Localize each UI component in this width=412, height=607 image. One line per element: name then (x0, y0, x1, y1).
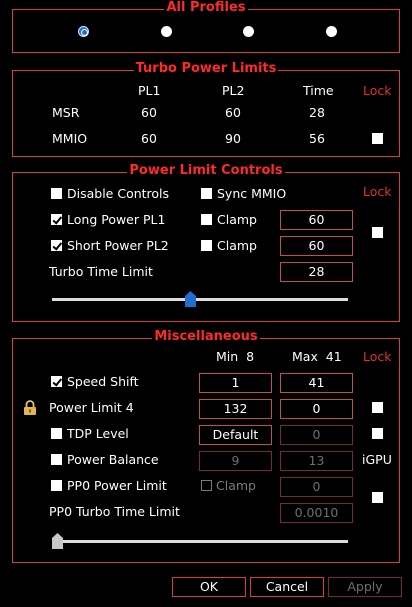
pl1-clamp-label: Clamp (217, 212, 257, 227)
pp0-power-limit-checkbox[interactable] (51, 480, 62, 491)
pl2-value-field[interactable]: 60 (280, 236, 353, 256)
long-pl1-label: Long Power PL1 (67, 212, 166, 227)
power-limit-controls-group: Power Limit Controls Disable Controls Sy… (12, 163, 400, 322)
turbo-time-field[interactable]: 28 (280, 262, 353, 282)
apply-button[interactable]: Apply (328, 577, 402, 597)
header-lock: Lock (363, 83, 392, 98)
tdp-level-checkbox[interactable] (51, 428, 62, 439)
pl4-value2-field[interactable]: 0 (280, 399, 353, 419)
igpu-label: iGPU (362, 452, 392, 467)
cancel-button[interactable]: Cancel (250, 577, 324, 597)
turbo-power-limits-group: Turbo Power Limits PL1 PL2 Time Lock MSR… (12, 61, 400, 157)
pp0-slider-thumb[interactable] (52, 533, 63, 549)
turbo-time-slider-thumb[interactable] (184, 291, 196, 307)
plc-lock-checkbox[interactable] (372, 227, 383, 238)
turbo-title: Turbo Power Limits (133, 61, 279, 76)
profile-radio-1[interactable] (78, 26, 89, 37)
profile-radio-3[interactable] (243, 26, 254, 37)
misc-title: Miscellaneous (152, 329, 260, 344)
speed-shift-max-field[interactable]: 41 (280, 373, 353, 393)
mmio-lock-checkbox[interactable] (372, 133, 383, 144)
pp0-turbo-time-label: PP0 Turbo Time Limit (49, 504, 180, 519)
pp0-slider-track[interactable] (52, 540, 348, 543)
row-mmio-pl2: 90 (225, 131, 241, 146)
pl2-clamp-label: Clamp (217, 238, 257, 253)
pp0-lock-checkbox[interactable] (372, 492, 383, 503)
power-balance-checkbox[interactable] (51, 454, 62, 465)
tdp-level-label: TDP Level (67, 426, 129, 441)
max-label: Max 41 (292, 349, 342, 364)
header-pl2: PL2 (222, 83, 245, 98)
disable-controls-checkbox[interactable] (51, 188, 62, 199)
turbo-time-label: Turbo Time Limit (49, 264, 153, 279)
sync-mmio-checkbox[interactable] (201, 188, 212, 199)
power-balance-label: Power Balance (67, 452, 159, 467)
row-msr-time: 28 (309, 105, 325, 120)
turbo-time-slider-track[interactable] (52, 298, 348, 301)
row-msr-pl2: 60 (225, 105, 241, 120)
power-balance-field[interactable]: 9 (199, 451, 272, 471)
pl2-clamp-checkbox[interactable] (201, 240, 212, 251)
profile-radio-4[interactable] (326, 26, 337, 37)
pl1-clamp-checkbox[interactable] (201, 214, 212, 225)
pl4-value-field[interactable]: 132 (199, 399, 272, 419)
tdp-value2-field[interactable]: 0 (280, 425, 353, 445)
pp0-clamp-label: Clamp (216, 478, 256, 493)
row-mmio-pl1: 60 (141, 131, 157, 146)
power-limit4-label: Power Limit 4 (49, 400, 134, 415)
profiles-group: All Profiles (12, 0, 400, 53)
pp0-value-field[interactable]: 0 (280, 477, 353, 497)
short-pl2-label: Short Power PL2 (67, 238, 169, 253)
row-mmio-time: 56 (309, 131, 325, 146)
plc-title: Power Limit Controls (127, 163, 285, 178)
tdp-value-field[interactable]: Default (199, 425, 272, 445)
speed-shift-checkbox[interactable] (51, 376, 62, 387)
misc-lock-label: Lock (363, 349, 392, 364)
sync-mmio-label: Sync MMIO (217, 186, 287, 201)
pp0-power-limit-label: PP0 Power Limit (67, 478, 167, 493)
header-pl1: PL1 (138, 83, 161, 98)
long-pl1-checkbox[interactable] (51, 214, 62, 225)
header-time: Time (303, 83, 334, 98)
row-mmio-name: MMIO (52, 131, 88, 146)
row-msr-pl1: 60 (141, 105, 157, 120)
speed-shift-min-field[interactable]: 1 (199, 373, 272, 393)
row-msr-name: MSR (52, 105, 80, 120)
power-balance-igpu-field[interactable]: 13 (280, 451, 353, 471)
disable-controls-label: Disable Controls (67, 186, 170, 201)
short-pl2-checkbox[interactable] (51, 240, 62, 251)
plc-lock-label: Lock (363, 184, 392, 199)
pp0-turbo-time-field[interactable]: 0.0010 (280, 503, 353, 523)
ok-button[interactable]: OK (172, 577, 246, 597)
min-label: Min 8 (216, 349, 255, 364)
profile-radio-2[interactable] (161, 26, 172, 37)
tdp-lock-checkbox[interactable] (372, 428, 383, 439)
speed-shift-label: Speed Shift (67, 374, 139, 389)
lock-icon (24, 400, 36, 415)
miscellaneous-group: Miscellaneous Min 8 Max 41 Lock Speed Sh… (12, 329, 400, 563)
profiles-title: All Profiles (164, 0, 248, 15)
pl4-lock-checkbox[interactable] (372, 402, 383, 413)
pp0-clamp-checkbox[interactable] (201, 480, 212, 491)
pl1-value-field[interactable]: 60 (280, 210, 353, 230)
